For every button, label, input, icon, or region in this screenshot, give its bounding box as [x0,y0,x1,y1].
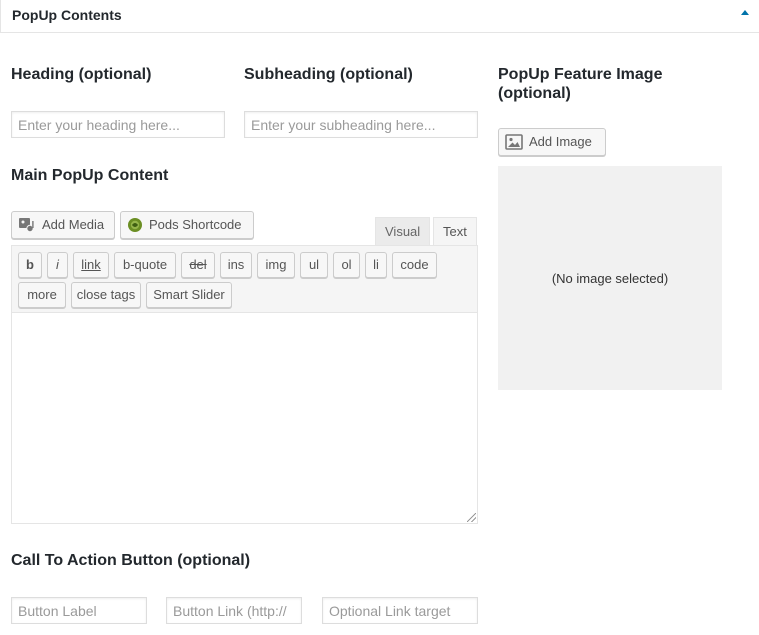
qt-italic-button[interactable]: i [47,252,68,278]
quicktags-toolbar: b i link b-quote del ins img ul ol li co… [11,245,478,313]
heading-label: Heading (optional) [11,66,152,83]
button-link-input[interactable] [166,597,302,624]
heading-input[interactable] [11,111,225,138]
qt-img-button[interactable]: img [257,252,295,278]
qt-ins-button[interactable]: ins [220,252,252,278]
add-image-label: Add Image [529,134,592,149]
pods-shortcode-button[interactable]: Pods Shortcode [120,211,254,239]
qt-more-button[interactable]: more [18,282,66,308]
tab-text[interactable]: Text [433,217,477,246]
button-label-input[interactable] [11,597,147,624]
main-content-label: Main PopUp Content [11,167,169,184]
qt-li-button[interactable]: li [365,252,387,278]
qt-code-button[interactable]: code [392,252,437,278]
pods-shortcode-label: Pods Shortcode [149,217,242,232]
tab-visual[interactable]: Visual [375,217,431,246]
media-icon [18,217,36,233]
qt-del-button[interactable]: del [181,252,215,278]
qt-bold-button[interactable]: b [18,252,42,278]
subheading-label: Subheading (optional) [244,66,413,83]
add-media-label: Add Media [42,217,105,232]
qt-close-tags-button[interactable]: close tags [71,282,141,308]
link-target-input[interactable] [322,597,478,624]
editor-textarea[interactable] [11,312,478,524]
no-image-text: (No image selected) [551,270,669,286]
pods-icon [127,217,143,233]
qt-link-button[interactable]: link [73,252,109,278]
feature-image-label: PopUp Feature Image (optional) [498,66,663,102]
qt-blockquote-button[interactable]: b-quote [114,252,176,278]
panel-title: PopUp Contents [12,7,122,23]
image-icon [505,134,523,150]
cta-label: Call To Action Button (optional) [11,552,251,569]
subheading-input[interactable] [244,111,478,138]
collapse-toggle-icon[interactable] [741,10,749,15]
resize-handle-icon[interactable] [467,513,476,522]
qt-smart-slider-button[interactable]: Smart Slider [146,282,232,308]
qt-ol-button[interactable]: ol [333,252,360,278]
panel-header: PopUp Contents [0,0,759,33]
qt-ul-button[interactable]: ul [300,252,328,278]
image-preview: (No image selected) [498,166,722,390]
add-media-button[interactable]: Add Media [11,211,115,239]
add-image-button[interactable]: Add Image [498,128,606,156]
